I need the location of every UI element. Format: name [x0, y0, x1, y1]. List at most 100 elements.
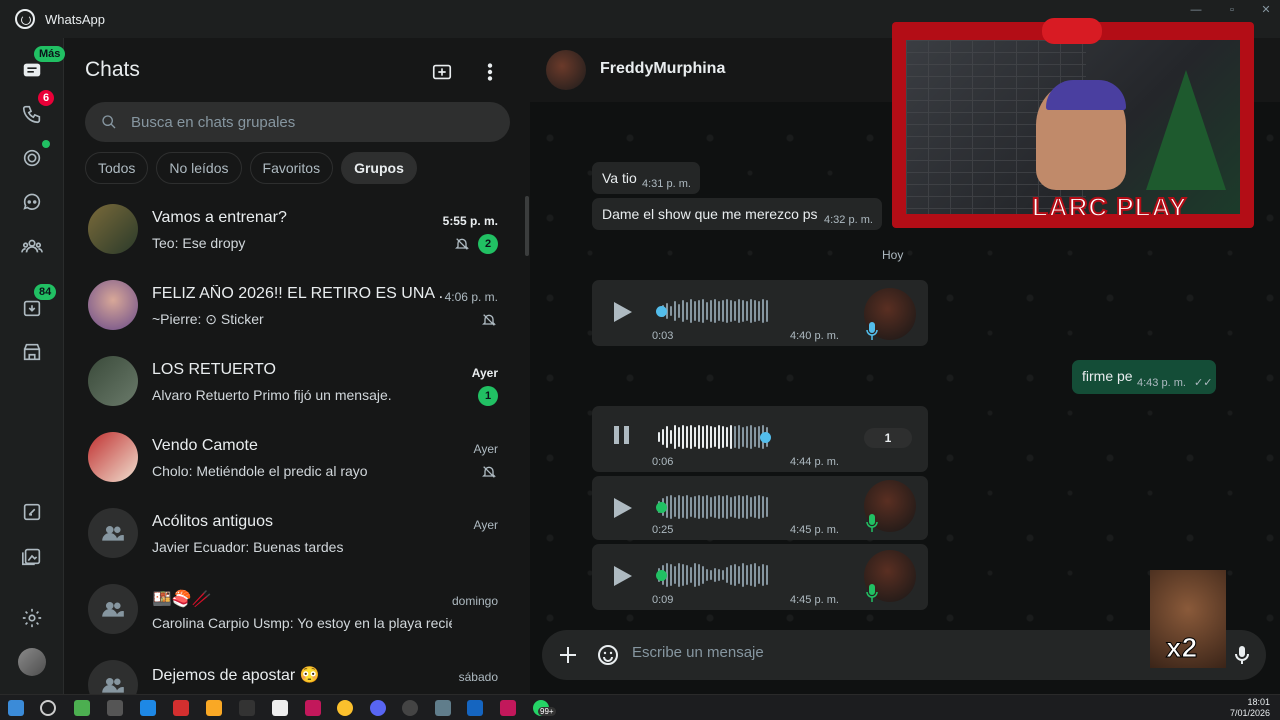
calls-badge: 6	[38, 90, 55, 106]
voice-time: 4:45 p. m.	[790, 524, 839, 536]
whatsapp-taskbar-badge: 99+	[538, 707, 556, 716]
clock-time: 18:01	[1247, 697, 1270, 707]
filter-grupos[interactable]: Grupos	[341, 152, 417, 184]
chat-row[interactable]: 🍱🍣🥢 Carolina Carpio Usmp: Yo estoy en la…	[65, 578, 530, 654]
message-text: Dame el show que me merezco ps	[602, 206, 818, 222]
filter-no-leidos[interactable]: No leídos	[156, 152, 242, 184]
waveform[interactable]	[658, 424, 838, 450]
app-taskbar-icon[interactable]	[173, 700, 189, 716]
store-taskbar-icon[interactable]	[74, 700, 90, 716]
search-box[interactable]	[85, 102, 510, 142]
filter-todos[interactable]: Todos	[85, 152, 149, 184]
channels-icon[interactable]	[20, 190, 44, 214]
meme-label: x2	[1165, 632, 1198, 664]
calls-icon[interactable]	[20, 102, 44, 126]
chrome-icon[interactable]	[337, 700, 353, 716]
obs-icon[interactable]	[402, 700, 418, 716]
sticker-icon[interactable]	[596, 643, 620, 667]
app-taskbar-icon[interactable]	[272, 700, 288, 716]
chat-name: Vamos a entrenar?	[152, 209, 287, 226]
meme-emote-overlay: x2	[1150, 570, 1226, 668]
store-icon[interactable]	[20, 340, 44, 364]
communities-icon[interactable]	[20, 234, 44, 258]
profile-avatar[interactable]	[18, 648, 46, 676]
group-avatar	[88, 432, 138, 482]
mic-icon	[866, 322, 878, 340]
filter-favoritos[interactable]: Favoritos	[249, 152, 334, 184]
progress-knob[interactable]	[656, 570, 667, 581]
voice-duration: 0:06	[652, 456, 674, 468]
voice-duration: 0:25	[652, 524, 674, 536]
settings-gear-icon[interactable]	[20, 606, 44, 630]
unread-badge: 2	[478, 234, 498, 254]
calculator-icon[interactable]	[435, 700, 451, 716]
contact-avatar[interactable]	[546, 50, 586, 90]
mic-icon	[866, 584, 878, 602]
muted-bell-icon	[482, 314, 496, 326]
app-taskbar-icon[interactable]	[239, 700, 255, 716]
message-input[interactable]	[632, 644, 1132, 661]
chat-time: 4:06 p. m.	[444, 290, 498, 304]
progress-knob[interactable]	[656, 502, 667, 513]
chat-time: 5:55 p. m.	[442, 214, 498, 228]
status-dot	[42, 140, 50, 148]
play-icon[interactable]	[614, 566, 632, 586]
waveform[interactable]	[658, 562, 838, 588]
search-taskbar-icon[interactable]	[40, 700, 56, 716]
progress-knob[interactable]	[760, 432, 771, 443]
search-input[interactable]	[131, 113, 471, 131]
stream-brand-logo: LARC PLAY	[1031, 192, 1188, 222]
window-title: WhatsApp	[45, 11, 105, 27]
chat-row[interactable]: LOS RETUERTO Alvaro Retuerto Primo fijó …	[65, 350, 530, 426]
double-check-icon: ✓✓	[1194, 377, 1213, 389]
progress-knob[interactable]	[656, 306, 667, 317]
play-icon[interactable]	[614, 498, 632, 518]
app-taskbar-icon[interactable]	[500, 700, 516, 716]
menu-kebab-icon[interactable]	[478, 60, 502, 84]
close-button[interactable]: ✕	[1248, 0, 1280, 20]
pause-icon[interactable]	[614, 426, 632, 444]
waveform[interactable]	[658, 494, 838, 520]
voice-record-mic-icon[interactable]	[1230, 643, 1254, 667]
waveform[interactable]	[658, 298, 838, 324]
start-icon[interactable]	[8, 700, 24, 716]
app-taskbar-icon[interactable]	[305, 700, 321, 716]
file-explorer-icon[interactable]	[206, 700, 222, 716]
chat-list-scrollbar[interactable]	[525, 196, 529, 256]
new-chat-icon[interactable]	[430, 60, 454, 84]
group-avatar	[88, 280, 138, 330]
app-taskbar-icon[interactable]	[107, 700, 123, 716]
chat-row[interactable]: Vamos a entrenar? Teo: Ese dropy 5:55 p.…	[65, 198, 530, 274]
chat-row[interactable]: FELIZ AÑO 2026!! EL RETIRO ES UNA ... ~P…	[65, 274, 530, 350]
webcam-feed	[906, 40, 1240, 214]
maximize-button[interactable]: ▫	[1214, 0, 1250, 20]
edit-icon[interactable]	[20, 500, 44, 524]
chat-row[interactable]: Acólitos antiguos Javier Ecuador: Buenas…	[65, 502, 530, 578]
chat-rows: Vamos a entrenar? Teo: Ese dropy 5:55 p.…	[65, 198, 530, 694]
chat-name: Vendo Camote	[152, 437, 258, 454]
message-time: 4:43 p. m.	[1137, 377, 1186, 389]
play-icon[interactable]	[614, 302, 632, 322]
chat-name: Acólitos antiguos	[152, 513, 273, 530]
status-icon[interactable]	[20, 146, 44, 170]
stream-webcam-overlay: LARC PLAY	[892, 18, 1254, 228]
clock-date: 7/01/2026	[1229, 708, 1270, 718]
system-clock[interactable]: 18:01 7/01/2026	[1230, 697, 1270, 719]
message-time: 4:31 p. m.	[642, 178, 691, 190]
media-icon[interactable]	[20, 544, 44, 568]
outgoing-message: firme pe 4:43 p. m. ✓✓	[1072, 360, 1216, 394]
voice-message: 0:25 4:45 p. m.	[592, 476, 928, 540]
minimize-button[interactable]: —	[1178, 0, 1214, 20]
chat-row[interactable]: Vendo Camote Cholo: Metiéndole el predic…	[65, 426, 530, 502]
muted-bell-icon	[455, 238, 469, 250]
chat-row[interactable]: Dejemos de apostar 😳 sábado	[65, 654, 530, 694]
contact-name: FreddyMurphina	[600, 60, 726, 77]
edge-icon[interactable]	[140, 700, 156, 716]
chat-time: Ayer	[471, 366, 498, 380]
christmas-bow-icon	[1042, 18, 1102, 44]
word-icon[interactable]	[467, 700, 483, 716]
chat-preview: Teo: Ese dropy	[152, 235, 246, 251]
discord-icon[interactable]	[370, 700, 386, 716]
plus-icon[interactable]	[556, 643, 580, 667]
playback-speed-button[interactable]: 1	[864, 428, 912, 448]
